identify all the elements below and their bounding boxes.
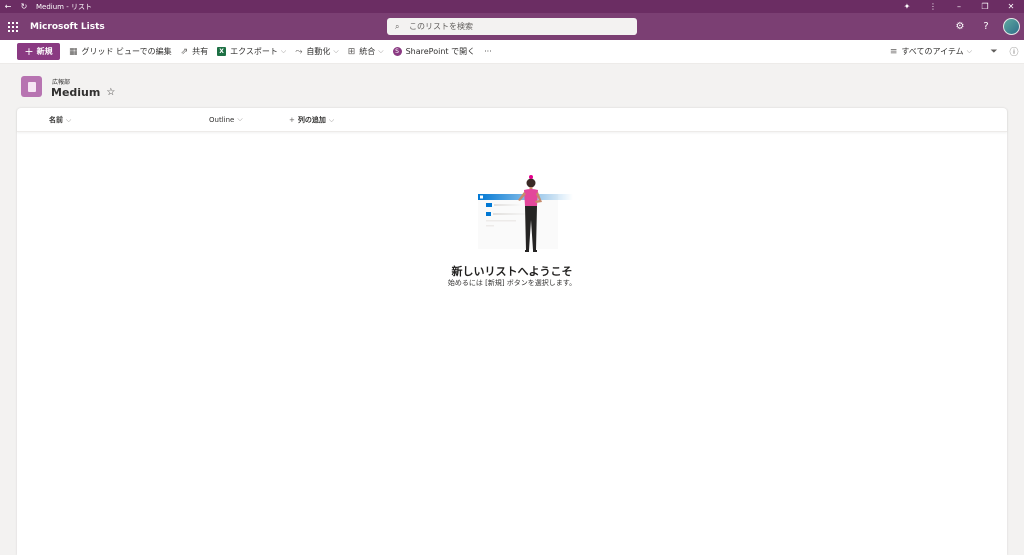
excel-icon: X <box>217 47 227 56</box>
column-outline-label: Outline <box>209 115 235 124</box>
grid-icon: ▦ <box>69 46 78 57</box>
avatar[interactable] <box>1003 18 1020 35</box>
column-outline[interactable]: Outline ⌵ <box>209 115 243 124</box>
list-title-row: Medium ☆ <box>51 86 115 99</box>
window-titlebar: ← ↻ Medium - リスト ✦ ⋮ – ❐ ✕ <box>0 0 1024 13</box>
list-title: Medium <box>51 86 101 99</box>
column-name-label: 名前 <box>49 116 63 124</box>
list-icon <box>21 76 42 97</box>
column-name[interactable]: 名前 ⌵ <box>49 115 71 125</box>
automate-label: 自動化 <box>306 47 331 56</box>
close-button[interactable]: ✕ <box>998 2 1024 11</box>
help-icon[interactable]: ? <box>973 21 999 32</box>
view-selector[interactable]: ≡ すべてのアイテム ⌵ <box>890 46 972 57</box>
more-label: ··· <box>484 47 492 56</box>
favorite-star-icon[interactable]: ☆ <box>106 87 115 98</box>
export-button[interactable]: X エクスポート ⌵ <box>217 46 286 57</box>
empty-state-title: 新しいリストへようこそ <box>451 265 573 278</box>
new-item-button[interactable]: + 新規 <box>17 43 60 60</box>
empty-state-subtitle: 始めるには [新規] ボタンを選択します。 <box>447 279 577 287</box>
settings-icon[interactable]: ⚙ <box>947 21 973 32</box>
grid-edit-button[interactable]: ▦ グリッド ビューでの編集 <box>69 46 172 57</box>
welcome-illustration <box>478 175 573 252</box>
chevron-down-icon: ⌵ <box>378 47 384 55</box>
back-arrow-icon[interactable]: ← <box>0 2 16 11</box>
restore-button[interactable]: ❐ <box>972 2 998 11</box>
export-label: エクスポート <box>230 47 278 56</box>
extensions-icon[interactable]: ✦ <box>894 2 920 11</box>
refresh-icon[interactable]: ↻ <box>16 2 32 11</box>
suite-bar: Microsoft Lists ⌕ このリストを検索 ⚙ ? <box>0 13 1024 40</box>
new-item-label: 新規 <box>36 47 53 56</box>
chevron-down-icon: ⌵ <box>237 115 243 123</box>
share-button[interactable]: ⇗ 共有 <box>181 46 209 57</box>
sharepoint-icon: S <box>392 47 402 56</box>
app-name[interactable]: Microsoft Lists <box>30 22 105 32</box>
share-label: 共有 <box>192 47 209 56</box>
list-view-card: 名前 ⌵ Outline ⌵ + 列の追加 ⌵ 新しいリストへようこそ 始めるに… <box>17 108 1007 555</box>
search-box[interactable]: ⌕ このリストを検索 <box>387 18 637 35</box>
grid-edit-label: グリッド ビューでの編集 <box>81 47 172 56</box>
automate-button[interactable]: ⤳ 自動化 ⌵ <box>295 46 339 57</box>
plus-icon: + <box>289 116 295 124</box>
integrate-label: 統合 <box>359 47 376 56</box>
flow-icon: ⤳ <box>295 46 303 57</box>
app-launcher-icon[interactable] <box>0 13 26 40</box>
add-column-label: 列の追加 <box>297 116 326 124</box>
minimize-button[interactable]: – <box>946 2 972 11</box>
chevron-down-icon: ⌵ <box>328 115 335 124</box>
chevron-down-icon: ⌵ <box>280 47 287 55</box>
filter-icon[interactable]: ⏷ <box>984 47 1004 57</box>
integrate-button[interactable]: ⊞ 統合 ⌵ <box>348 46 384 57</box>
more-vertical-icon[interactable]: ⋮ <box>920 2 946 11</box>
add-column-button[interactable]: + 列の追加 ⌵ <box>289 115 334 125</box>
open-sharepoint-label: SharePoint で開く <box>405 47 476 56</box>
plus-icon: + <box>24 45 34 58</box>
open-sharepoint-button[interactable]: S SharePoint で開く <box>392 46 476 57</box>
more-commands-button[interactable]: ··· <box>484 47 492 56</box>
command-bar: + 新規 ▦ グリッド ビューでの編集 ⇗ 共有 X エクスポート ⌵ ⤳ 自動… <box>0 40 1024 64</box>
site-name[interactable]: 広報部 <box>52 77 70 86</box>
chevron-down-icon: ⌵ <box>333 47 339 55</box>
view-name: すべてのアイテム <box>901 47 964 56</box>
search-placeholder: このリストを検索 <box>409 22 473 31</box>
window-title: Medium - リスト <box>36 2 92 11</box>
column-header-row: 名前 ⌵ Outline ⌵ + 列の追加 ⌵ <box>17 108 1007 132</box>
info-icon[interactable]: ⓘ <box>1004 45 1024 58</box>
share-icon: ⇗ <box>180 46 189 57</box>
chevron-down-icon: ⌵ <box>966 47 972 55</box>
search-icon: ⌕ <box>395 21 400 31</box>
chevron-down-icon: ⌵ <box>66 115 72 124</box>
list-view-icon: ≡ <box>889 46 898 57</box>
integrate-icon: ⊞ <box>347 46 356 57</box>
